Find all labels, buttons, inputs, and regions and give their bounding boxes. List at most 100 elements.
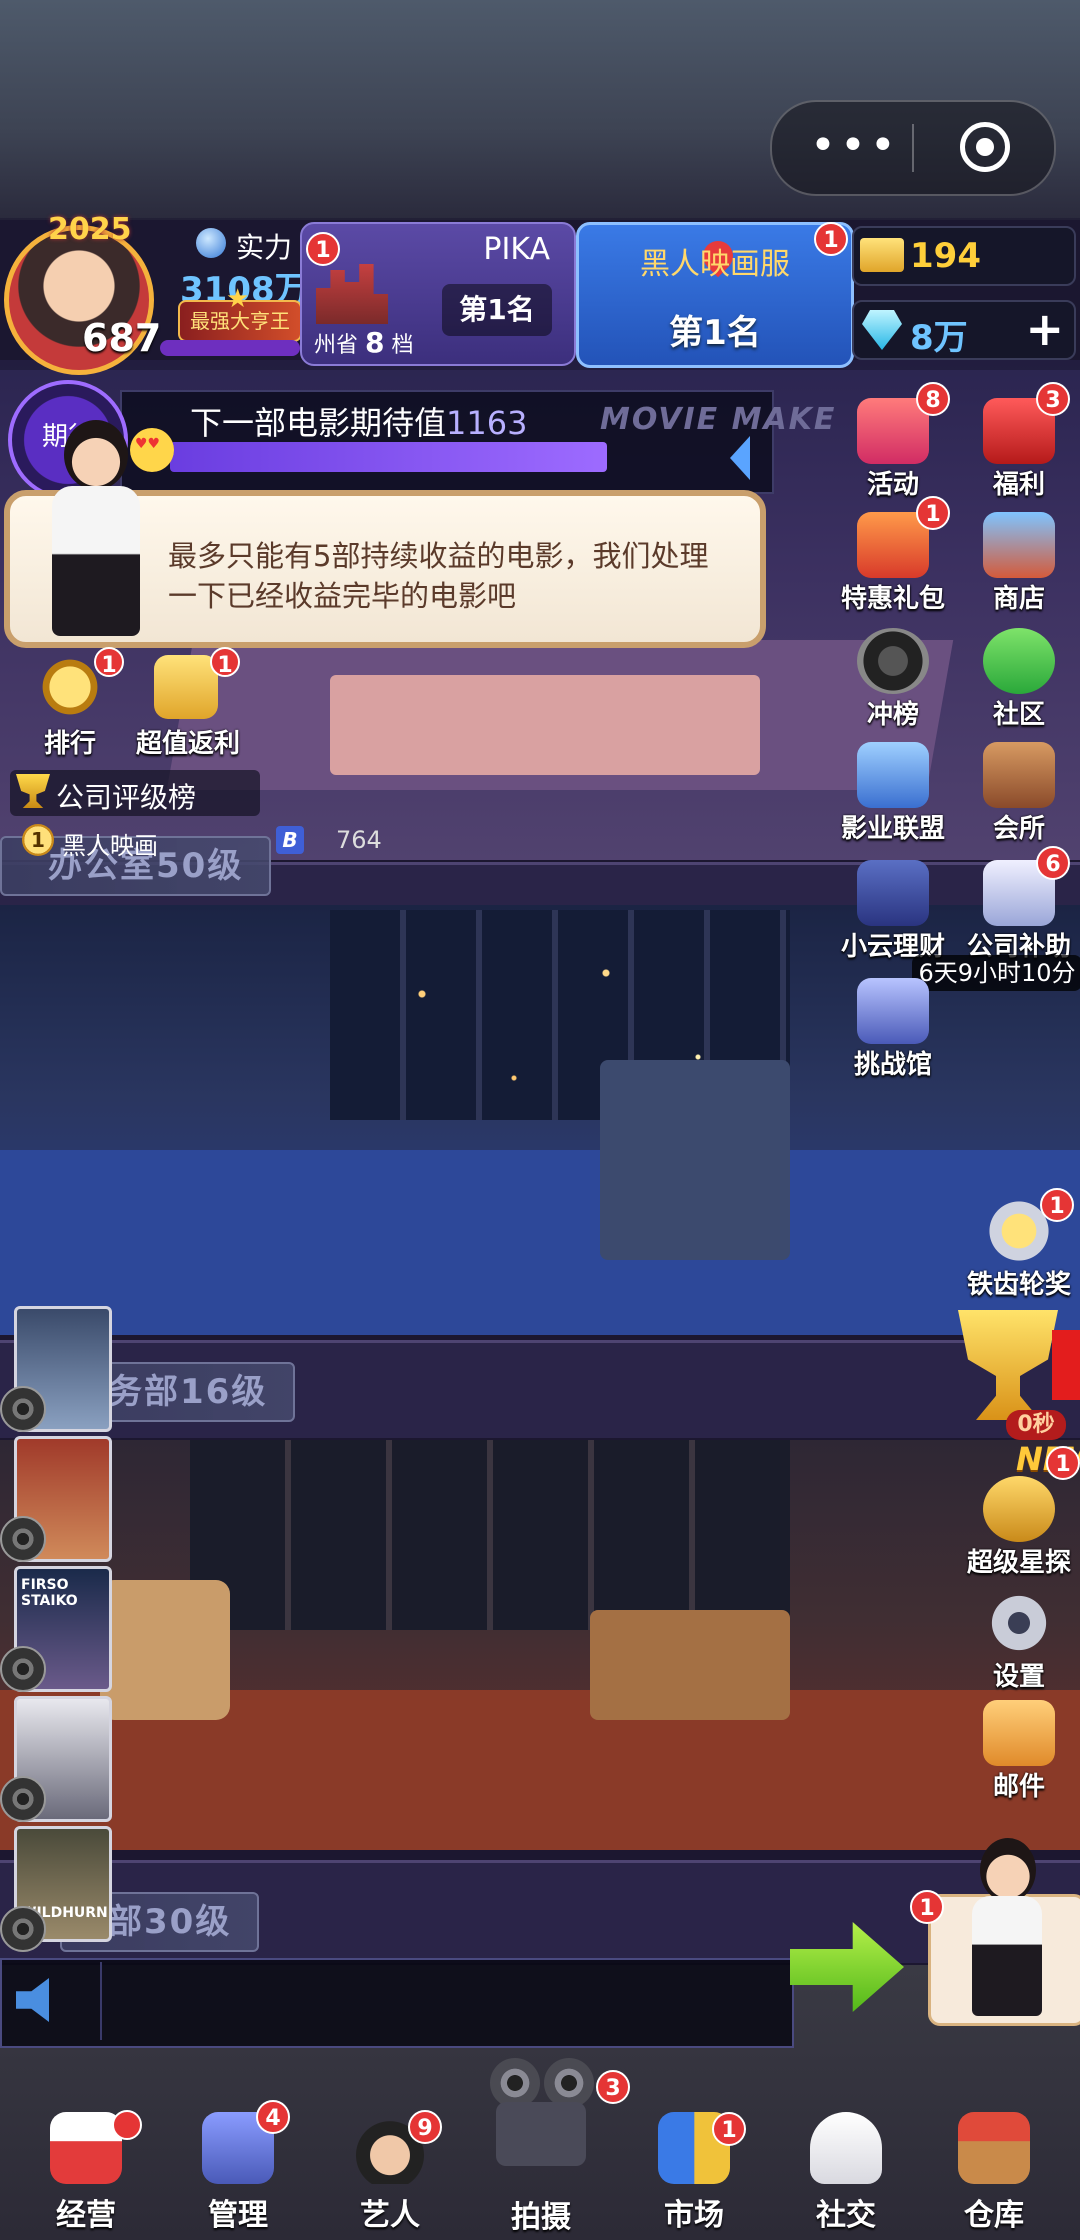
film-reel-icon — [857, 628, 929, 694]
notification-badge: 3 — [596, 2070, 630, 2104]
community-label: 社区 — [992, 700, 1045, 730]
experience-bar — [160, 340, 300, 356]
server-name: 黑人映画服 — [640, 247, 790, 282]
year-badge: 2025 — [48, 212, 132, 247]
safe-icon — [857, 860, 929, 926]
nav-warehouse[interactable]: 仓库 — [918, 2090, 1070, 2240]
ticket-counter[interactable]: 194 — [852, 226, 1076, 286]
nav-market[interactable]: 市场 — [618, 2090, 770, 2240]
nav-social[interactable]: 社交 — [770, 2090, 922, 2240]
movie-make-sign: MOVIE MAKE — [600, 402, 837, 437]
notification-badge: 1 — [1040, 1188, 1074, 1222]
clubhouse-icon — [983, 742, 1055, 808]
settings-button[interactable]: 设置 — [958, 1590, 1080, 1693]
notification-badge: 1 — [1046, 1446, 1080, 1480]
office-rug — [330, 675, 760, 775]
warehouse-icon — [958, 2112, 1030, 2184]
gem-counter[interactable]: 8万 + — [852, 300, 1076, 360]
office-desk — [600, 1060, 790, 1260]
ranking-sprint-button[interactable]: 冲榜 — [832, 628, 954, 731]
voucher-icon — [154, 655, 218, 719]
nav-label: 市场 — [664, 2198, 724, 2233]
finance-button[interactable]: 小云理财 — [832, 860, 954, 963]
expectation-label: 下一部电影期待值1163 — [190, 404, 528, 442]
player-level: 687 — [82, 316, 162, 360]
dialog-text: 最多只能有5部持续收益的电影，我们处理一下已经收益完毕的电影吧 — [168, 539, 709, 613]
shop-icon — [983, 512, 1055, 578]
community-button[interactable]: 社区 — [958, 628, 1080, 731]
leaderboard-label: 排行 — [43, 729, 96, 759]
red-dot-badge — [112, 2110, 142, 2140]
star-icon: ★ — [226, 284, 250, 314]
add-gems-button[interactable]: + — [1025, 306, 1064, 352]
regional-rank-panel[interactable]: PIKA 州省 8 档 第1名 — [300, 222, 576, 366]
club-button[interactable]: 会所 — [958, 742, 1080, 845]
special-offer-label: 特惠礼包 — [840, 584, 945, 614]
nav-label: 艺人 — [360, 2198, 420, 2233]
mail-button[interactable]: 邮件 — [958, 1700, 1080, 1803]
notification-badge: 1 — [306, 232, 340, 266]
close-target-button[interactable] — [960, 122, 1010, 172]
film-reel-icon — [0, 1516, 46, 1562]
collapse-arrow-icon[interactable] — [730, 436, 750, 480]
assistant-portrait — [980, 1838, 1036, 1902]
castle-icon — [857, 978, 929, 1044]
diamond-icon — [862, 310, 902, 350]
nav-label: 经营 — [56, 2198, 116, 2233]
notification-badge: 1 — [814, 222, 848, 256]
notification-badge: 1 — [910, 1890, 944, 1924]
film-reel-icon — [0, 1776, 46, 1822]
building-icon — [857, 742, 929, 808]
more-options-button[interactable]: ••• — [810, 120, 900, 171]
film-reel-icon — [0, 1906, 46, 1952]
rank-medal-icon: 1 — [22, 824, 54, 856]
envelope-icon — [983, 1700, 1055, 1766]
office-sofa — [100, 1580, 230, 1720]
film-reel-icon — [490, 2058, 540, 2108]
super-scout-button[interactable]: 超级星探 — [958, 1476, 1080, 1579]
challenge-hall-button[interactable]: 挑战馆 — [832, 978, 954, 1081]
rank-panel-name: PIKA — [483, 232, 550, 267]
nav-management[interactable]: 管理 — [162, 2090, 314, 2240]
company-score: 764 — [336, 826, 382, 854]
iron-gear-award-label: 铁齿轮奖 — [966, 1270, 1071, 1300]
chat-bar[interactable] — [0, 1958, 794, 2048]
rebate-label: 超值返利 — [136, 729, 241, 759]
region-tier: 州省 8 档 — [314, 326, 414, 359]
server-rank-panel[interactable]: 黑人映画服 第1名 — [576, 222, 854, 368]
notification-badge: 3 — [1036, 382, 1070, 416]
ranking-sprint-label: 冲榜 — [866, 700, 919, 730]
event-side-tab[interactable] — [1052, 1330, 1080, 1400]
regional-rank: 第1名 — [442, 284, 552, 336]
nav-label: 拍摄 — [511, 2200, 571, 2235]
nav-shoot[interactable] — [476, 2058, 606, 2168]
company-rating-board[interactable]: 公司评级榜 — [10, 770, 260, 816]
notification-badge: 6 — [1036, 846, 1070, 880]
office-desk — [590, 1610, 790, 1720]
expectation-progress-fill — [170, 442, 607, 472]
trophy-icon — [16, 774, 50, 808]
notification-badge: 9 — [408, 2110, 442, 2144]
film-reel-icon — [0, 1646, 46, 1692]
secretary-character — [40, 420, 150, 640]
expectation-value: 1163 — [446, 404, 528, 442]
nav-artists[interactable]: 艺人 — [314, 2090, 466, 2240]
notification-badge: 8 — [916, 382, 950, 416]
chat-bubble-icon — [983, 628, 1055, 694]
server-rank: 第1名 — [669, 313, 761, 353]
gear-icon — [983, 1590, 1055, 1656]
gem-value: 8万 — [910, 318, 968, 358]
company-name: 黑人映画 — [62, 832, 158, 860]
power-label: 实力 — [236, 231, 293, 264]
studio-alliance-button[interactable]: 影业联盟 — [832, 742, 954, 845]
challenge-hall-label: 挑战馆 — [853, 1050, 932, 1080]
globe-icon — [196, 228, 226, 258]
scout-icon — [983, 1476, 1055, 1542]
nav-operations[interactable]: 经营 — [10, 2090, 162, 2240]
shop-label: 商店 — [992, 584, 1045, 614]
title-badge[interactable]: ★ 最强大亨王 — [178, 284, 302, 342]
mini-program-capsule: ••• — [770, 100, 1056, 196]
welfare-label: 福利 — [992, 470, 1045, 500]
shop-button[interactable]: 商店 — [958, 512, 1080, 615]
chat-divider — [100, 1962, 102, 2040]
